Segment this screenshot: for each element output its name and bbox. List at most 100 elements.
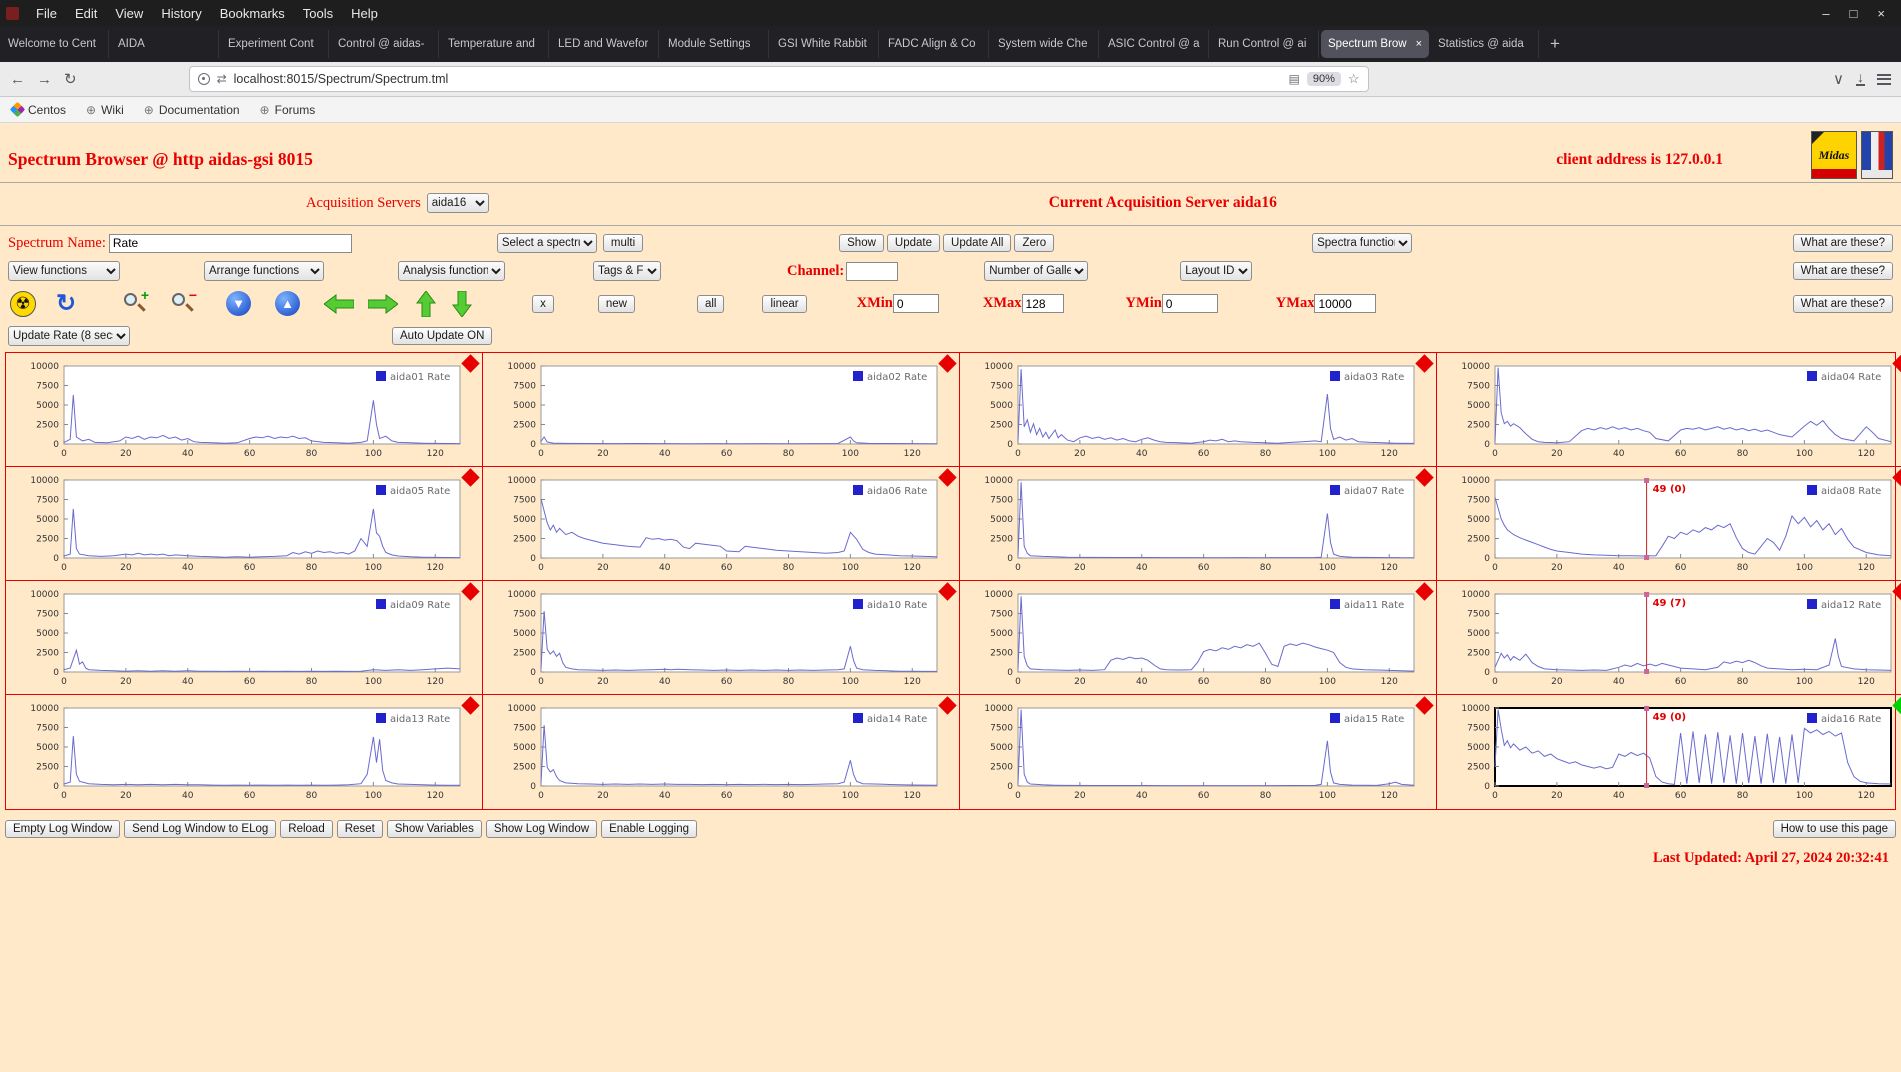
auto-update-button[interactable]: Auto Update ON [392,327,493,345]
menu-help[interactable]: Help [342,3,387,24]
ymax-input[interactable] [1314,294,1377,313]
bookmark-star-icon[interactable]: ☆ [1348,71,1360,87]
scroll-up-icon[interactable]: ▲ [275,291,301,316]
menu-tools[interactable]: Tools [294,3,342,24]
downloads-icon[interactable]: ↓ [1856,70,1865,86]
shield-icon[interactable] [197,73,210,85]
spectrum-plot[interactable]: 0 2500 5000 7500 10000 0 20 40 60 80 100 120 aida07 … [968,472,1436,574]
spectrum-cell-aida11-rate[interactable]: 0 2500 5000 7500 10000 0 20 40 60 80 100 120 aida11 … [960,581,1437,695]
show-button[interactable]: Show [839,234,884,252]
move-down-icon[interactable] [452,290,473,317]
show-log-window-button[interactable]: Show Log Window [485,820,598,838]
url-text[interactable]: localhost:8015/Spectrum/Spectrum.tml [234,72,1282,86]
send-log-window-to-elog-button[interactable]: Send Log Window to ELog [124,820,277,838]
spectrum-cell-aida08-rate[interactable]: 0 2500 5000 7500 10000 0 20 40 60 80 100 120 49 (0) a… [1437,467,1901,581]
channel-input[interactable] [846,261,899,281]
xmin-input[interactable] [892,294,939,313]
select-a-spectrum-dropdown[interactable]: Select a spectrum [496,233,597,253]
new-tab-button[interactable]: + [1540,34,1570,54]
spectrum-name-input[interactable] [108,233,352,253]
linear-button[interactable]: linear [762,294,807,313]
arrange-functions-dropdown[interactable]: Arrange functions [204,261,324,281]
tab-gsi-white-rabbit[interactable]: GSI White Rabbit [771,30,879,58]
tab-system-wide-che[interactable]: System wide Che [991,30,1099,58]
multi-button[interactable]: multi [602,234,644,252]
spectrum-cell-aida01-rate[interactable]: 0 2500 5000 7500 10000 0 20 40 60 80 100 120 aida01 … [6,353,483,467]
marker-handle-bottom[interactable] [1644,555,1650,560]
empty-log-window-button[interactable]: Empty Log Window [5,820,121,838]
radiation-icon[interactable]: ☢ [10,290,36,317]
number-of-galleries-dropdown[interactable]: Number of Galleries [984,261,1089,281]
tab-spectrum-brow[interactable]: Spectrum Brow × [1321,30,1429,58]
tab-asic-control-a[interactable]: ASIC Control @ a [1101,30,1209,58]
view-functions-dropdown[interactable]: View functions [8,261,120,281]
menu-edit[interactable]: Edit [66,3,106,24]
spectrum-cell-aida10-rate[interactable]: 0 2500 5000 7500 10000 0 20 40 60 80 100 120 aida10 … [483,581,960,695]
scroll-down-icon[interactable]: ▼ [226,291,252,316]
app-menu-icon[interactable] [1877,71,1891,87]
show-variables-button[interactable]: Show Variables [386,820,482,838]
analysis-functions-dropdown[interactable]: Analysis functions [398,261,505,281]
tags-fits-dropdown[interactable]: Tags & Fits [593,261,661,281]
spectrum-plot[interactable]: 0 2500 5000 7500 10000 0 20 40 60 80 100 120 aida11 … [968,586,1436,688]
bookmark-documentation[interactable]: ⊕ Documentation [144,103,240,117]
spectrum-cell-aida13-rate[interactable]: 0 2500 5000 7500 10000 0 20 40 60 80 100 120 aida13 … [6,695,483,809]
how-to-use-button[interactable]: How to use this page [1772,820,1896,838]
zoom-level-badge[interactable]: 90% [1306,72,1341,86]
tab-welcome-to-cent[interactable]: Welcome to Cent [1,30,109,58]
tab-led-and-wavefor[interactable]: LED and Wavefor [551,30,659,58]
marker-handle-top[interactable] [1644,706,1650,711]
spectrum-cell-aida04-rate[interactable]: 0 2500 5000 7500 10000 0 20 40 60 80 100 120 aida04 … [1437,353,1901,467]
marker-handle-top[interactable] [1644,592,1650,597]
tab-temperature-and[interactable]: Temperature and [441,30,549,58]
move-left-icon[interactable] [324,293,355,314]
url-bar[interactable]: ⇄ localhost:8015/Spectrum/Spectrum.tml ▤… [188,66,1369,92]
what-are-these-button-1[interactable]: What are these? [1792,234,1893,252]
pocket-icon[interactable]: ∨ [1833,70,1844,88]
spectrum-cell-aida06-rate[interactable]: 0 2500 5000 7500 10000 0 20 40 60 80 100 120 aida06 … [483,467,960,581]
spectrum-cell-aida12-rate[interactable]: 0 2500 5000 7500 10000 0 20 40 60 80 100 120 49 (7) a… [1437,581,1901,695]
spectrum-cell-aida14-rate[interactable]: 0 2500 5000 7500 10000 0 20 40 60 80 100 120 aida14 … [483,695,960,809]
enable-logging-button[interactable]: Enable Logging [601,820,698,838]
menu-view[interactable]: View [106,3,152,24]
bookmark-forums[interactable]: ⊕ Forums [260,103,316,117]
spectrum-plot[interactable]: 0 2500 5000 7500 10000 0 20 40 60 80 100 120 aida14 … [491,700,959,802]
spectrum-plot[interactable]: 0 2500 5000 7500 10000 0 20 40 60 80 100 120 49 (7) a… [1445,586,1901,688]
new-button[interactable]: new [597,294,635,313]
refresh-icon[interactable]: ↻ [56,289,76,318]
tab-control-aidas[interactable]: Control @ aidas- [331,30,439,58]
midas-logo[interactable]: Midas [1811,131,1857,179]
move-right-icon[interactable] [368,293,399,314]
tab-statistics-aida[interactable]: Statistics @ aida [1431,30,1539,58]
menu-history[interactable]: History [152,3,210,24]
zoom-in-icon[interactable]: + [122,287,149,317]
tab-experiment-cont[interactable]: Experiment Cont [221,30,329,58]
permissions-icon[interactable]: ⇄ [217,72,227,86]
spectrum-plot[interactable]: 0 2500 5000 7500 10000 0 20 40 60 80 100 120 aida04 … [1445,358,1901,460]
spectrum-cell-aida05-rate[interactable]: 0 2500 5000 7500 10000 0 20 40 60 80 100 120 aida05 … [6,467,483,581]
back-button[interactable]: ← [10,71,25,88]
spectrum-plot[interactable]: 0 2500 5000 7500 10000 0 20 40 60 80 100 120 49 (0) a… [1445,700,1901,802]
spectrum-plot[interactable]: 0 2500 5000 7500 10000 0 20 40 60 80 100 120 aida01 … [14,358,482,460]
xmax-input[interactable] [1021,294,1064,313]
spectrum-plot[interactable]: 0 2500 5000 7500 10000 0 20 40 60 80 100 120 49 (0) a… [1445,472,1901,574]
marker-handle-bottom[interactable] [1644,783,1650,788]
bookmark-wiki[interactable]: ⊕ Wiki [86,103,124,117]
spectra-functions-dropdown[interactable]: Spectra functions [1312,233,1413,253]
minimize-window-button[interactable]: – [1822,6,1829,21]
spectrum-plot[interactable]: 0 2500 5000 7500 10000 0 20 40 60 80 100 120 aida09 … [14,586,482,688]
x-button[interactable]: x [532,294,554,313]
forward-button[interactable]: → [37,71,52,88]
reload-button[interactable]: Reload [280,820,333,838]
tab-close-icon[interactable]: × [1412,38,1422,50]
spectrum-cell-aida15-rate[interactable]: 0 2500 5000 7500 10000 0 20 40 60 80 100 120 aida15 … [960,695,1437,809]
zero-button[interactable]: Zero [1014,234,1055,252]
update-rate-dropdown[interactable]: Update Rate (8 secs) [8,326,130,346]
bookmark-centos[interactable]: Centos [9,101,66,118]
reader-view-icon[interactable]: ▤ [1289,72,1300,86]
move-up-icon[interactable] [416,290,437,317]
maximize-window-button[interactable]: □ [1850,6,1858,21]
tab-fadc-align-co[interactable]: FADC Align & Co [881,30,989,58]
tab-aida[interactable]: AIDA [111,30,219,58]
spectrum-plot[interactable]: 0 2500 5000 7500 10000 0 20 40 60 80 100 120 aida10 … [491,586,959,688]
